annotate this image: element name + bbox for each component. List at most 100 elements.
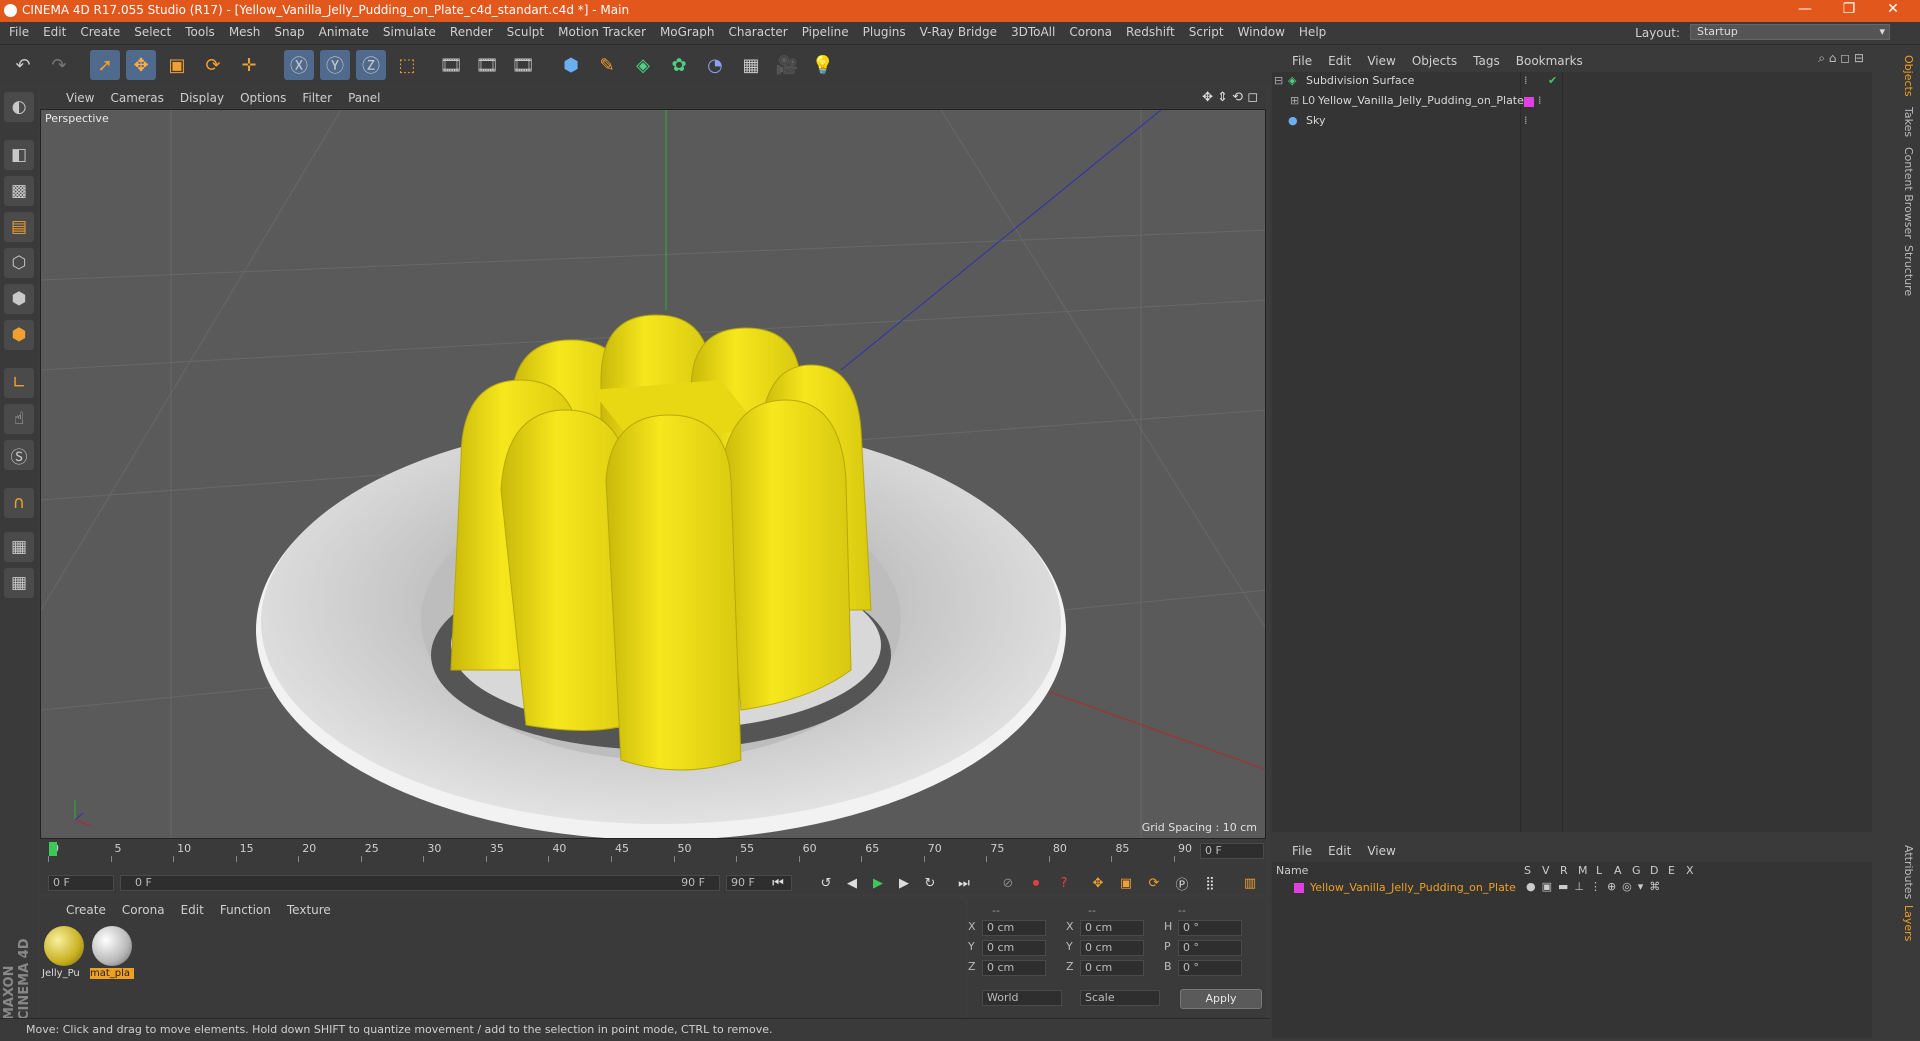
coord-cv-2[interactable]: 0 °	[1178, 960, 1242, 976]
menu-file[interactable]: File	[2, 22, 36, 39]
menu-render[interactable]: Render	[443, 22, 500, 39]
menu-pipeline[interactable]: Pipeline	[795, 22, 856, 39]
coord-av-0[interactable]: 0 cm	[982, 920, 1046, 936]
layer-menu-edit[interactable]: Edit	[1320, 841, 1359, 858]
menu-plugins[interactable]: Plugins	[856, 22, 913, 39]
viewport-menu-display[interactable]: Display	[172, 88, 232, 105]
material-menu-corona[interactable]: Corona	[114, 900, 173, 917]
material-menu-function[interactable]: Function	[212, 900, 279, 917]
next-key-icon[interactable]: ↻	[918, 872, 942, 894]
axis-mode-icon[interactable]: ∟	[4, 368, 34, 398]
coord-bv-1[interactable]: 0 cm	[1080, 940, 1144, 956]
layer-color-tag-icon[interactable]	[1524, 97, 1534, 107]
layout-select[interactable]: Startup ▾	[1690, 24, 1890, 40]
make-editable-icon[interactable]: ◐	[4, 92, 34, 122]
menu-corona[interactable]: Corona	[1062, 22, 1119, 39]
key-pla-icon[interactable]: ⣿	[1198, 872, 1222, 894]
y-axis-lock-icon[interactable]: Ⓨ	[320, 50, 350, 80]
points-mode-icon[interactable]: ⬡	[4, 248, 34, 278]
collapse-icon[interactable]: ⊟	[1274, 74, 1283, 87]
tweak-mode-icon[interactable]: ☝	[4, 404, 34, 434]
minimize-icon[interactable]: —	[1790, 1, 1820, 17]
polygons-mode-icon[interactable]: ⬢	[4, 320, 34, 350]
material-menu-create[interactable]: Create	[58, 900, 114, 917]
expand-icon[interactable]: ⊞	[1290, 94, 1299, 107]
tab-layers[interactable]: Layers	[1902, 905, 1915, 941]
snap-magnet-icon[interactable]: ∩	[4, 488, 34, 518]
render-settings-icon[interactable]: 🎞	[508, 50, 538, 80]
start-frame-field[interactable]: 0 F	[48, 875, 114, 891]
visibility-toggle-icon[interactable]: ⁞	[1524, 114, 1528, 127]
object-menu-view[interactable]: View	[1359, 51, 1403, 68]
menu-window[interactable]: Window	[1231, 22, 1292, 39]
record-disabled-icon[interactable]: ⊘	[996, 872, 1020, 894]
move-tool-icon[interactable]: ✥	[126, 50, 156, 80]
subdivision-surface-icon[interactable]: ◈	[628, 50, 658, 80]
camera-icon[interactable]: 🎥	[772, 50, 802, 80]
viewport-menu-options[interactable]: Options	[232, 88, 294, 105]
coord-av-2[interactable]: 0 cm	[982, 960, 1046, 976]
go-to-end-icon[interactable]: ⏭	[952, 872, 976, 894]
playhead[interactable]	[49, 842, 57, 856]
undo-icon[interactable]: ↶	[8, 50, 38, 80]
texture-mode-icon[interactable]: ▩	[4, 176, 34, 206]
layer-menu-file[interactable]: File	[1284, 841, 1320, 858]
restore-icon[interactable]: ❐	[1834, 1, 1864, 17]
menu-create[interactable]: Create	[73, 22, 127, 39]
enabled-check-icon[interactable]: ✔	[1548, 74, 1557, 87]
object-row-subdivision-surface[interactable]: ⊟ ◈ Subdivision Surface ⁞ ✔	[1272, 74, 1872, 92]
layer-row[interactable]: Yellow_Vanilla_Jelly_Pudding_on_Plate ●▣…	[1272, 880, 1872, 896]
edges-mode-icon[interactable]: ⬢	[4, 284, 34, 314]
tab-attributes[interactable]: Attributes	[1902, 845, 1915, 899]
object-menu-edit[interactable]: Edit	[1320, 51, 1359, 68]
perspective-viewport[interactable]: Perspective Grid Spacing : 10 cm	[40, 109, 1266, 839]
viewport-menu-view[interactable]: View	[58, 88, 102, 105]
object-menu-objects[interactable]: Objects	[1404, 51, 1465, 68]
cube-object-icon[interactable]: ⬢	[556, 50, 586, 80]
object-row-sky[interactable]: ● Sky ⁞	[1272, 114, 1872, 132]
menu-script[interactable]: Script	[1182, 22, 1231, 39]
layer-flag-icons[interactable]: ●▣▬⊥⋮⊕◎▾⌘	[1526, 880, 1666, 893]
viewport-menu-cameras[interactable]: Cameras	[102, 88, 171, 105]
coord-av-1[interactable]: 0 cm	[982, 940, 1046, 956]
next-frame-icon[interactable]: ▶	[892, 872, 916, 894]
tab-structure[interactable]: Structure	[1902, 245, 1915, 296]
object-row-pudding[interactable]: ⊞ L0 Yellow_Vanilla_Jelly_Pudding_on_Pla…	[1272, 94, 1872, 112]
menu-simulate[interactable]: Simulate	[376, 22, 443, 39]
coord-bv-2[interactable]: 0 cm	[1080, 960, 1144, 976]
key-position-icon[interactable]: ✥	[1086, 872, 1110, 894]
visibility-toggle-icon[interactable]: ⁞	[1524, 74, 1528, 87]
z-axis-lock-icon[interactable]: Ⓩ	[356, 50, 386, 80]
menu-snap[interactable]: Snap	[267, 22, 311, 39]
viewport-nav-icons[interactable]: ✥ ⇕ ⟲ ◻	[1202, 90, 1258, 105]
object-menu-tags[interactable]: Tags	[1465, 51, 1508, 68]
object-menu-bookmarks[interactable]: Bookmarks	[1508, 51, 1591, 68]
rotate-tool-icon[interactable]: ⟳	[198, 50, 228, 80]
key-param-icon[interactable]: Ⓟ	[1170, 872, 1194, 894]
material-thumb-plate[interactable]: mat_pla	[90, 924, 134, 980]
menu-motion-tracker[interactable]: Motion Tracker	[551, 22, 653, 39]
object-manager-tool-icons[interactable]: ⌕ ⌂ ◻ ⊟	[1818, 51, 1864, 66]
menu-help[interactable]: Help	[1292, 22, 1333, 39]
close-icon[interactable]: ✕	[1878, 1, 1908, 17]
scale-tool-icon[interactable]: ▣	[162, 50, 192, 80]
coord-cv-1[interactable]: 0 °	[1178, 940, 1242, 956]
timeline-ruler[interactable]: 051015202530354045505560657075808590 0 F	[40, 840, 1266, 876]
key-rotation-icon[interactable]: ⟳	[1142, 872, 1166, 894]
menu-mesh[interactable]: Mesh	[222, 22, 268, 39]
coord-mode-select[interactable]: Scale	[1080, 990, 1160, 1006]
last-tool-icon[interactable]: ✛	[234, 50, 264, 80]
current-frame-field[interactable]: 0 F	[1200, 843, 1264, 859]
go-to-start-icon[interactable]: ⏮	[766, 872, 790, 894]
keyframe-selection-icon[interactable]: ?	[1052, 872, 1076, 894]
tab-objects[interactable]: Objects	[1902, 55, 1915, 97]
tab-takes[interactable]: Takes	[1902, 107, 1915, 137]
coord-bv-0[interactable]: 0 cm	[1080, 920, 1144, 936]
spline-pen-icon[interactable]: ✎	[592, 50, 622, 80]
floor-icon[interactable]: ▦	[736, 50, 766, 80]
coordinate-system-icon[interactable]: ⬚	[392, 50, 422, 80]
material-menu-texture[interactable]: Texture	[279, 900, 339, 917]
menu-v-ray-bridge[interactable]: V-Ray Bridge	[913, 22, 1004, 39]
previous-frame-icon[interactable]: ◀	[840, 872, 864, 894]
play-icon[interactable]: ▶	[866, 872, 890, 894]
